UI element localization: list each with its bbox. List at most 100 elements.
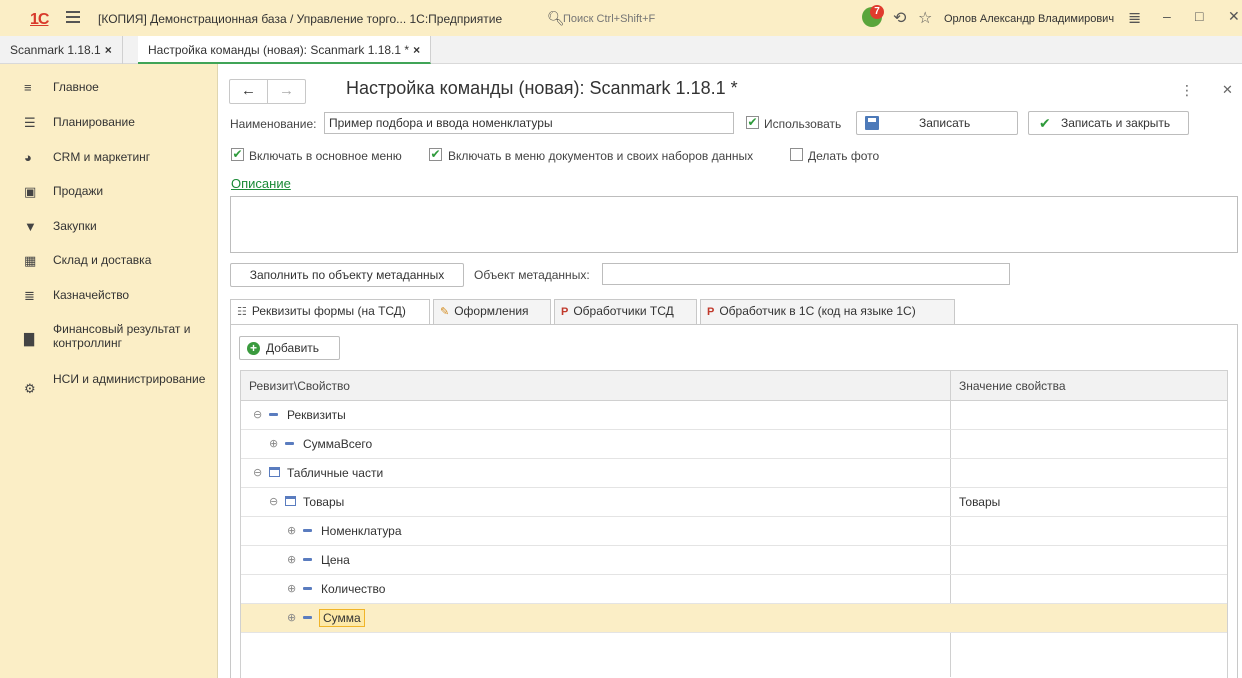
sidebar-item-label: Главное: [53, 80, 99, 94]
column-header-value[interactable]: Значение свойства: [959, 379, 1066, 393]
fill-by-metadata-button[interactable]: Заполнить по объекту метаданных: [230, 263, 464, 287]
include-doc-menu-label: Включать в меню документов и своих набор…: [448, 149, 754, 163]
favorites-star-icon[interactable]: ☆: [918, 8, 932, 28]
cart-icon: ▼: [24, 219, 37, 234]
name-field[interactable]: Пример подбора и ввода номенклатуры: [324, 112, 734, 134]
collapse-icon[interactable]: ⊖: [269, 495, 278, 508]
save-and-close-button[interactable]: ✔ Записать и закрыть: [1028, 111, 1189, 135]
row-label: Сумма: [319, 609, 365, 627]
settings-icon[interactable]: ≣: [1128, 8, 1141, 28]
description-textarea[interactable]: [230, 196, 1238, 253]
expand-icon[interactable]: ⊕: [287, 611, 296, 624]
attribute-icon: [303, 582, 312, 594]
include-main-menu-label: Включать в основное меню: [249, 149, 402, 163]
notification-count-badge: 7: [870, 5, 884, 19]
shopping-bag-icon: ▣: [24, 184, 37, 199]
history-icon[interactable]: ⟲: [893, 8, 906, 28]
tab-command-settings[interactable]: Настройка команды (новая): Scanmark 1.18…: [138, 36, 432, 64]
description-link[interactable]: Описание: [231, 176, 291, 191]
row-label: СуммаВсего: [303, 437, 373, 451]
handler-icon: P: [561, 306, 569, 318]
minimize-icon[interactable]: –: [1163, 8, 1171, 24]
sidebar: ≡ Главное ☰ Планирование ◕ CRM и маркети…: [0, 64, 218, 678]
row-label: Цена: [321, 553, 350, 567]
attribute-icon: [303, 553, 312, 565]
sidebar-item-sales[interactable]: ▣ Продажи: [0, 184, 218, 202]
handler-1c-icon: P: [707, 306, 715, 318]
sidebar-item-label: Казначейство: [53, 288, 130, 302]
sidebar-item-crm[interactable]: ◕ CRM и маркетинг: [0, 150, 218, 168]
column-header-property[interactable]: Ревизит\Свойство: [249, 379, 350, 393]
table-row[interactable]: ⊖ Реквизиты: [241, 401, 1227, 430]
row-value: Товары: [959, 495, 1001, 509]
close-window-icon[interactable]: ✕: [1228, 8, 1240, 25]
brush-icon: ✎: [440, 306, 450, 318]
table-row[interactable]: ⊕ СуммаВсего: [241, 430, 1227, 459]
sidebar-item-treasury[interactable]: ≣ Казначейство: [0, 288, 218, 306]
tab-label: Обработчики ТСД: [573, 304, 674, 318]
sidebar-item-planning[interactable]: ☰ Планирование: [0, 115, 218, 133]
add-button[interactable]: + Добавить: [239, 336, 340, 360]
tab-scanmark[interactable]: Scanmark 1.18.1 ×: [0, 36, 123, 64]
sidebar-item-label: НСИ и администрирование: [53, 372, 206, 386]
forward-arrow-icon[interactable]: →: [268, 80, 305, 103]
more-options-icon[interactable]: ⋮: [1180, 82, 1194, 99]
sidebar-item-purchases[interactable]: ▼ Закупки: [0, 219, 218, 237]
checkmark-icon: ✔: [1039, 115, 1051, 131]
logo-text: 1С: [30, 11, 49, 28]
attribute-icon: [285, 437, 294, 449]
plus-circle-icon: +: [247, 342, 260, 355]
table-row[interactable]: ⊕ Количество: [241, 575, 1227, 604]
sidebar-item-main[interactable]: ≡ Главное: [0, 80, 218, 98]
table-row[interactable]: ⊖ Товары Товары: [241, 488, 1227, 517]
table-row[interactable]: ⊕ Номенклатура: [241, 517, 1227, 546]
tab-label: Реквизиты формы (на ТСД): [251, 304, 406, 318]
table-row[interactable]: ⊖ Табличные части: [241, 459, 1227, 488]
save-and-close-label: Записать и закрыть: [1061, 116, 1171, 130]
use-checkbox[interactable]: ✔: [746, 116, 759, 129]
sidebar-item-warehouse[interactable]: ▦ Склад и доставка: [0, 253, 218, 271]
sidebar-item-finance[interactable]: ▇ Финансовый результат и контроллинг: [0, 322, 218, 354]
sidebar-item-label: Склад и доставка: [53, 253, 152, 267]
row-label: Реквизиты: [287, 408, 346, 422]
expand-icon[interactable]: ⊕: [269, 437, 278, 450]
tab-label: Обработчик в 1С (код на языке 1С): [719, 304, 916, 318]
table-row[interactable]: ⊕ Цена: [241, 546, 1227, 575]
grid-header: Ревизит\Свойство Значение свойства: [241, 371, 1227, 401]
properties-tree-grid: Ревизит\Свойство Значение свойства ⊖ Рек…: [240, 370, 1228, 678]
sidebar-item-admin[interactable]: ⚙ НСИ и администрирование: [0, 372, 218, 404]
collapse-icon[interactable]: ⊖: [253, 466, 262, 479]
warehouse-icon: ▦: [24, 253, 37, 268]
maximize-icon[interactable]: □: [1195, 8, 1203, 24]
tab-close-icon[interactable]: ×: [105, 43, 112, 57]
bar-chart-icon: ▇: [24, 331, 34, 346]
expand-icon[interactable]: ⊕: [287, 553, 296, 566]
tab-1c-handler[interactable]: P Обработчик в 1С (код на языке 1С): [700, 299, 955, 324]
include-doc-menu-checkbox[interactable]: ✔: [429, 148, 442, 161]
main-menu-icon[interactable]: [66, 11, 80, 26]
floppy-disk-icon: [865, 116, 879, 130]
user-name[interactable]: Орлов Александр Владимирович: [944, 13, 1114, 25]
table-icon: [285, 495, 296, 507]
tab-form-attributes[interactable]: ☷ Реквизиты формы (на ТСД): [230, 299, 430, 325]
tab-designs[interactable]: ✎ Оформления: [433, 299, 551, 324]
collapse-icon[interactable]: ⊖: [253, 408, 262, 421]
include-main-menu-checkbox[interactable]: ✔: [231, 148, 244, 161]
chart-planning-icon: ☰: [24, 115, 36, 130]
tab-close-icon[interactable]: ×: [413, 43, 420, 57]
table-row-selected[interactable]: ⊕ Сумма: [241, 604, 1227, 633]
tab-tsd-handlers[interactable]: P Обработчики ТСД: [554, 299, 697, 324]
page-title: Настройка команды (новая): Scanmark 1.18…: [346, 78, 738, 98]
save-button[interactable]: Записать: [856, 111, 1018, 135]
metadata-object-field[interactable]: [602, 263, 1010, 285]
expand-icon[interactable]: ⊕: [287, 524, 296, 537]
expand-icon[interactable]: ⊕: [287, 582, 296, 595]
add-button-label: Добавить: [266, 341, 320, 355]
close-form-icon[interactable]: ✕: [1222, 82, 1233, 98]
back-arrow-icon[interactable]: ←: [230, 80, 268, 103]
menu-lines-icon: ≡: [24, 80, 32, 95]
row-label: Товары: [303, 495, 345, 509]
1c-logo[interactable]: 1С: [30, 11, 49, 29]
search-input[interactable]: [563, 10, 683, 27]
take-photo-checkbox[interactable]: [790, 148, 803, 161]
